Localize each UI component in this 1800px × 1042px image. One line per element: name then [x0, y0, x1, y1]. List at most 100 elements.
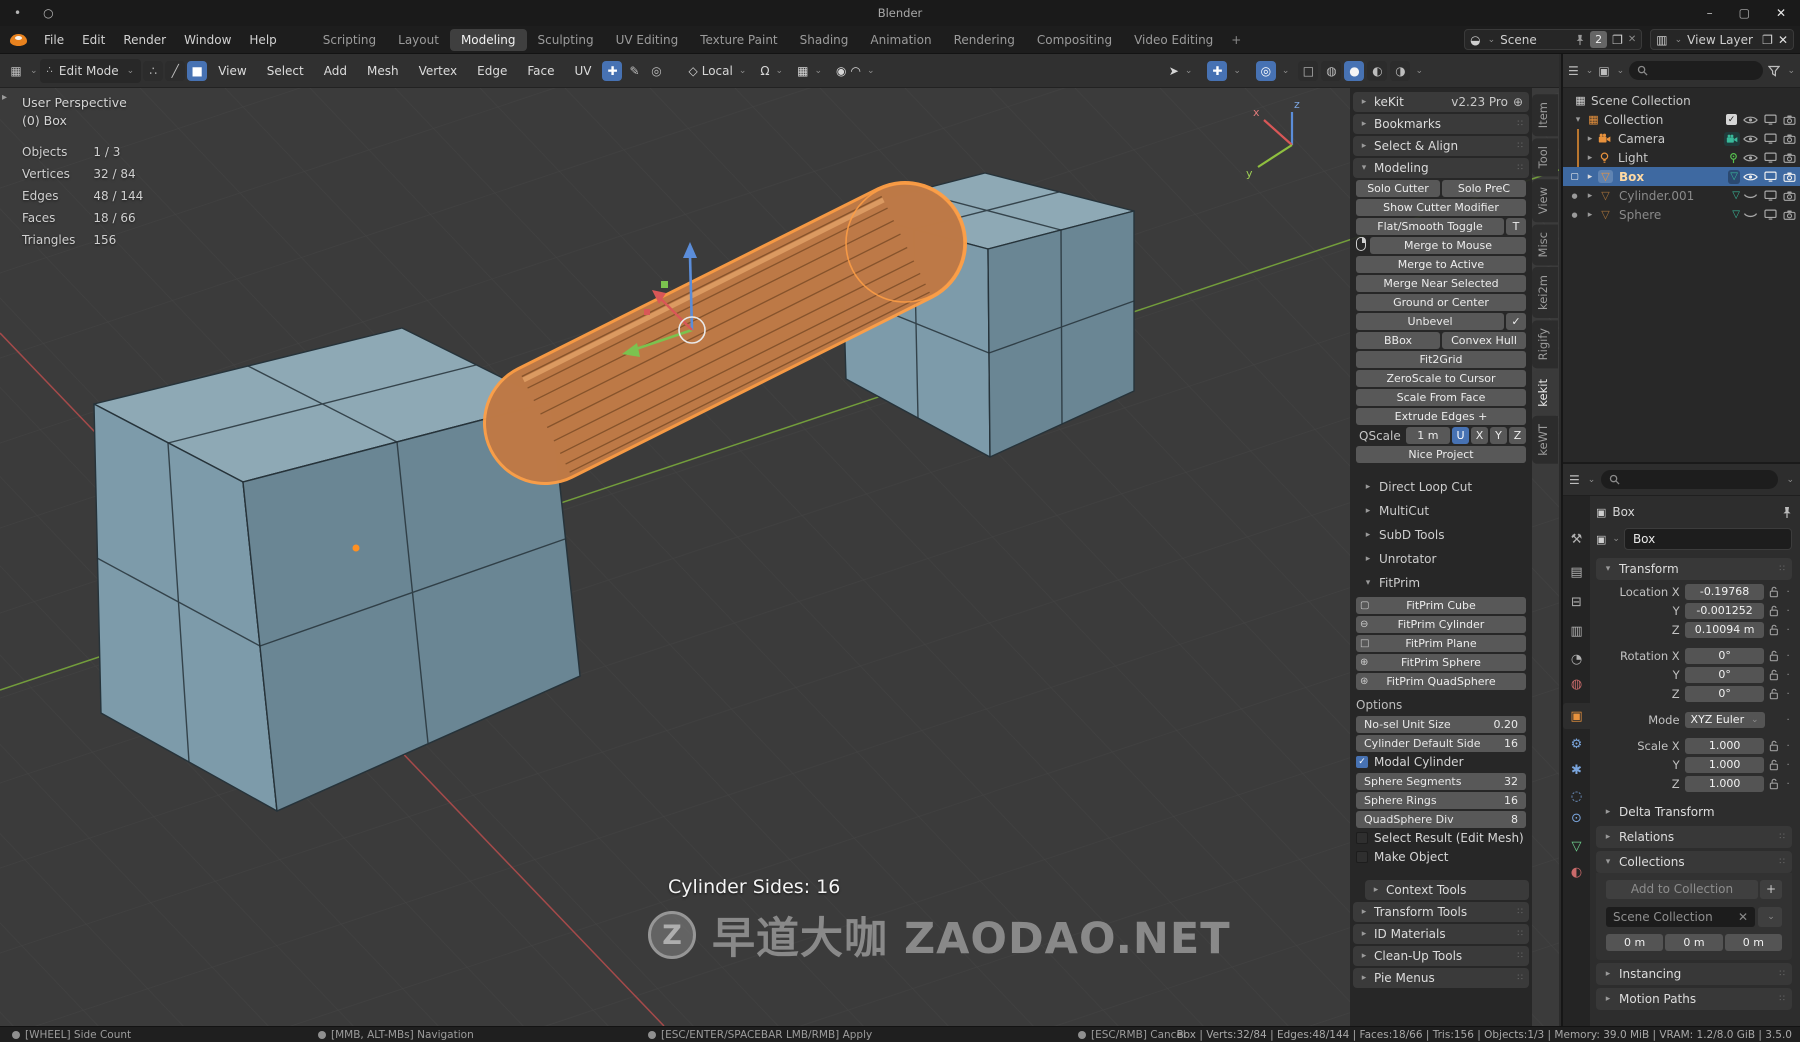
close-icon[interactable]: ✕ — [1776, 6, 1786, 20]
qscale-axis-y-button[interactable]: Y — [1490, 427, 1507, 444]
proportional-edit-toggle[interactable]: ◉ ◠ ⌄ — [830, 61, 881, 81]
new-scene-icon[interactable]: ❐ — [1612, 33, 1623, 47]
shading-solid-icon[interactable]: ● — [1344, 61, 1364, 81]
show-cutter-modifier-button[interactable]: Show Cutter Modifier — [1356, 199, 1526, 216]
lock-icon[interactable] — [1769, 586, 1779, 598]
workspace-tab-layout[interactable]: Layout — [387, 29, 450, 51]
workspace-tab-shading[interactable]: Shading — [789, 29, 860, 51]
unbevel-options-button[interactable]: ✓ — [1506, 313, 1526, 330]
expand-icon[interactable]: ▾ — [1573, 115, 1583, 125]
shading-material-icon[interactable]: ◐ — [1367, 61, 1387, 81]
show-eye-closed-icon[interactable] — [1743, 210, 1758, 220]
menu-uv[interactable]: UV — [565, 61, 600, 81]
disable-viewport-icon[interactable] — [1764, 190, 1777, 201]
tab-output[interactable]: ⊟ — [1563, 589, 1590, 615]
menu-view[interactable]: View — [209, 61, 255, 81]
sidebar-tab-item[interactable]: Item — [1532, 94, 1558, 136]
fit2grid-button[interactable]: Fit2Grid — [1356, 351, 1526, 368]
workspace-tab-animation[interactable]: Animation — [859, 29, 942, 51]
workspace-tab-texture-paint[interactable]: Texture Paint — [689, 29, 788, 51]
qscale-axis-x-button[interactable]: X — [1471, 427, 1488, 444]
expand-icon[interactable]: ▸ — [1585, 191, 1595, 201]
hide-eye-icon[interactable] — [1743, 134, 1758, 144]
animate-dot-icon[interactable]: · — [1784, 715, 1792, 726]
menu-vertex[interactable]: Vertex — [410, 61, 467, 81]
sidebar-tab-misc[interactable]: Misc — [1532, 224, 1558, 265]
zeroscale-cursor-button[interactable]: ZeroScale to Cursor — [1356, 370, 1526, 387]
blender-logo-icon[interactable] — [10, 34, 27, 46]
menu-select[interactable]: Select — [258, 61, 313, 81]
lock-icon[interactable] — [1769, 624, 1779, 636]
disable-viewport-icon[interactable] — [1764, 133, 1777, 144]
unbevel-button[interactable]: Unbevel — [1356, 313, 1504, 330]
outliner-row-cylinder[interactable]: ● ▸ ▽ Cylinder.001 ▽ — [1563, 186, 1800, 205]
properties-search-input[interactable] — [1601, 470, 1778, 489]
lock-icon[interactable] — [1769, 650, 1779, 662]
disable-render-icon[interactable] — [1783, 115, 1796, 125]
collection-name-field[interactable]: Scene Collection ✕ — [1606, 907, 1755, 927]
fitprim-cube-button[interactable]: ▢FitPrim Cube — [1356, 597, 1526, 614]
rotation-z-field[interactable]: 0° — [1685, 686, 1765, 702]
tab-scene[interactable]: ◔ — [1563, 646, 1590, 672]
annotate-tool-icon[interactable]: ✎ — [624, 61, 644, 81]
vertex-select-icon[interactable]: ∴ — [143, 61, 163, 81]
filter-funnel-icon[interactable] — [1768, 65, 1780, 77]
animate-dot-icon[interactable]: · — [1784, 689, 1792, 700]
animate-dot-icon[interactable]: · — [1784, 779, 1792, 790]
fitprim-sphere-button[interactable]: ⊕FitPrim Sphere — [1356, 654, 1526, 671]
panel-context-tools-header[interactable]: ▸Context Tools — [1365, 880, 1529, 900]
shading-wireframe-icon[interactable]: ◍ — [1321, 61, 1341, 81]
animate-dot-icon[interactable]: · — [1784, 760, 1792, 771]
outliner-search-input[interactable] — [1629, 61, 1763, 80]
disable-render-icon[interactable] — [1783, 153, 1796, 163]
ground-or-center-button[interactable]: Ground or Center — [1356, 294, 1526, 311]
lock-icon[interactable] — [1769, 759, 1779, 771]
expand-icon[interactable]: ▸ — [1585, 172, 1595, 182]
tab-view-layer[interactable]: ▥ — [1563, 618, 1590, 644]
tab-object[interactable]: ▣ — [1563, 703, 1590, 729]
maximize-icon[interactable]: ▢ — [1739, 6, 1750, 20]
display-mode-icon[interactable]: ▣ — [1598, 64, 1609, 78]
minimize-icon[interactable]: – — [1707, 6, 1713, 20]
subpanel-subd-tools[interactable]: ▸SubD Tools — [1353, 523, 1529, 547]
merge-near-selected-button[interactable]: Merge Near Selected — [1356, 275, 1526, 292]
shading-rendered-icon[interactable]: ◑ — [1390, 61, 1410, 81]
properties-editor-icon[interactable]: ☰ — [1569, 473, 1580, 487]
sidebar-tab-tool[interactable]: Tool — [1532, 138, 1558, 176]
disable-render-icon[interactable] — [1783, 134, 1796, 144]
disable-render-icon[interactable] — [1783, 172, 1796, 182]
unlink-scene-icon[interactable]: ✕ — [1628, 34, 1636, 45]
panel-id-materials-header[interactable]: ▸ID Materials∷ — [1353, 924, 1529, 944]
light-data-icon[interactable] — [1727, 152, 1740, 164]
sphere-rings-field[interactable]: Sphere Rings16 — [1356, 792, 1526, 809]
remove-layer-icon[interactable]: ✕ — [1778, 33, 1788, 47]
disable-viewport-icon[interactable] — [1764, 209, 1777, 220]
3d-viewport[interactable]: z x y ▸ User Perspective (0) Box Objects… — [0, 88, 1559, 1026]
expand-icon[interactable]: ▸ — [1585, 153, 1595, 163]
show-eye-closed-icon[interactable] — [1743, 191, 1758, 201]
hide-eye-icon[interactable] — [1743, 153, 1758, 163]
tab-render[interactable]: ▤ — [1563, 559, 1590, 585]
collection-options-button[interactable]: ⌄ — [1758, 907, 1782, 927]
sidebar-tab-view[interactable]: View — [1532, 179, 1558, 222]
tab-material[interactable]: ◐ — [1563, 859, 1590, 885]
workspace-tab-sculpting[interactable]: Sculpting — [527, 29, 605, 51]
orientation-dropdown[interactable]: ◇ Local ⌄ — [682, 61, 752, 81]
disable-viewport-icon[interactable] — [1764, 152, 1777, 163]
globe-icon[interactable]: ⊕ — [1513, 95, 1523, 109]
hide-eye-icon[interactable] — [1743, 115, 1758, 125]
workspace-tab-rendering[interactable]: Rendering — [943, 29, 1026, 51]
subpanel-fitprim[interactable]: ▾FitPrim — [1353, 571, 1529, 595]
editor-type-icon[interactable]: ▦ — [6, 61, 26, 81]
menu-edit[interactable]: Edit — [73, 30, 114, 50]
animate-dot-icon[interactable]: · — [1784, 587, 1792, 598]
panel-pie-menus-header[interactable]: ▸Pie Menus∷ — [1353, 968, 1529, 988]
tab-particles[interactable]: ✱ — [1563, 757, 1590, 783]
sidebar-tab-rigify[interactable]: Rigify — [1532, 320, 1558, 368]
fitprim-plane-button[interactable]: □FitPrim Plane — [1356, 635, 1526, 652]
snap-target-dropdown[interactable]: ▦ ⌄ — [791, 61, 828, 81]
tab-world[interactable]: ◍ — [1563, 671, 1590, 697]
flat-smooth-toggle-button[interactable]: Flat/Smooth Toggle — [1356, 218, 1504, 235]
menu-render[interactable]: Render — [114, 30, 175, 50]
offset-x-field[interactable]: 0 m — [1606, 934, 1663, 951]
